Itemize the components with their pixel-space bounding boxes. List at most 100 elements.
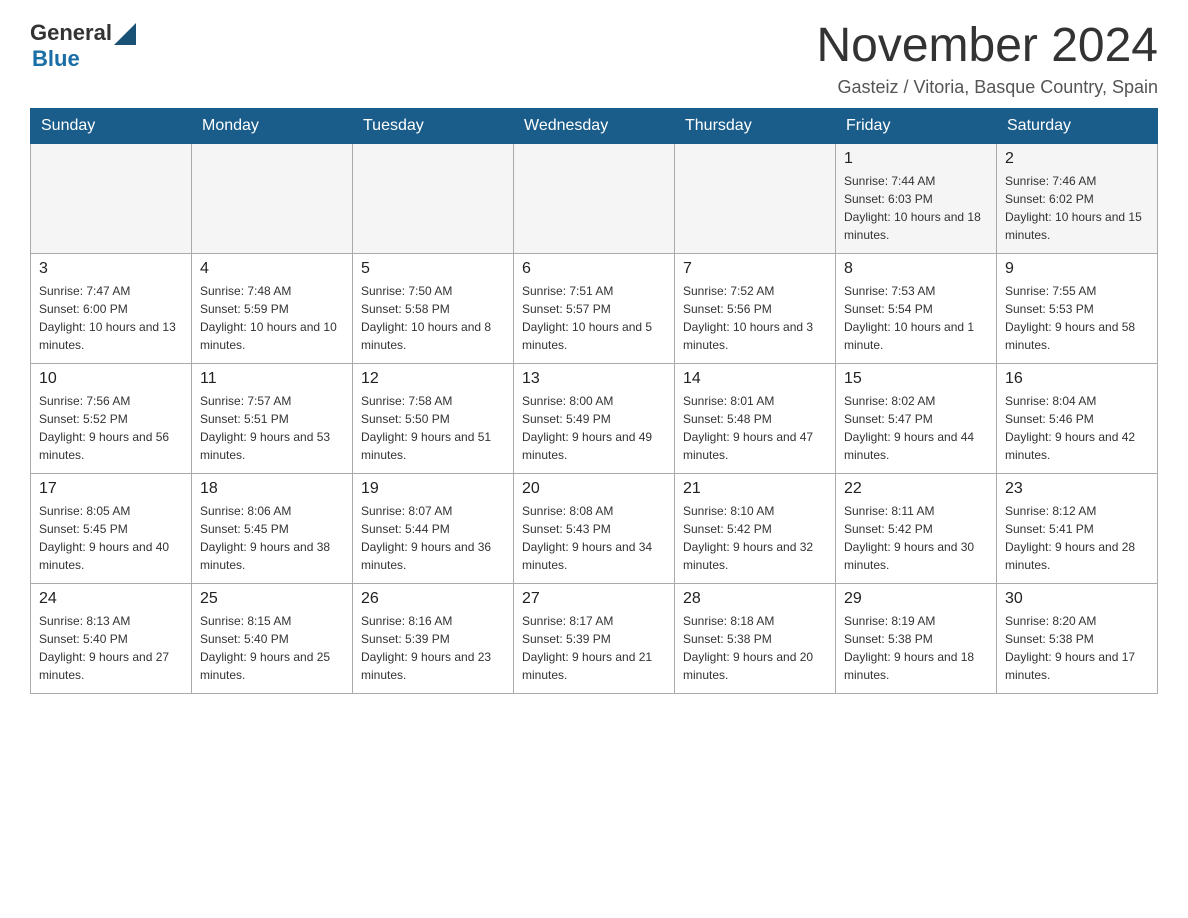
title-section: November 2024 Gasteiz / Vitoria, Basque … (816, 20, 1158, 98)
day-number: 19 (361, 480, 505, 498)
calendar-cell: 5 Sunrise: 7:50 AM Sunset: 5:58 PM Daylig… (353, 253, 514, 363)
day-info: Sunrise: 8:11 AM Sunset: 5:42 PM Dayligh… (844, 502, 988, 574)
day-info: Sunrise: 8:01 AM Sunset: 5:48 PM Dayligh… (683, 392, 827, 464)
day-info: Sunrise: 7:51 AM Sunset: 5:57 PM Dayligh… (522, 282, 666, 354)
calendar-cell: 17 Sunrise: 8:05 AM Sunset: 5:45 PM Dayli… (31, 473, 192, 583)
day-number: 29 (844, 590, 988, 608)
calendar-cell: 25 Sunrise: 8:15 AM Sunset: 5:40 PM Dayli… (192, 583, 353, 693)
day-number: 13 (522, 370, 666, 388)
calendar-cell: 14 Sunrise: 8:01 AM Sunset: 5:48 PM Dayli… (675, 363, 836, 473)
weekday-header: Sunday (31, 108, 192, 143)
day-number: 11 (200, 370, 344, 388)
day-info: Sunrise: 8:12 AM Sunset: 5:41 PM Dayligh… (1005, 502, 1149, 574)
day-number: 30 (1005, 590, 1149, 608)
calendar-cell: 8 Sunrise: 7:53 AM Sunset: 5:54 PM Daylig… (836, 253, 997, 363)
day-info: Sunrise: 8:13 AM Sunset: 5:40 PM Dayligh… (39, 612, 183, 684)
day-info: Sunrise: 8:18 AM Sunset: 5:38 PM Dayligh… (683, 612, 827, 684)
calendar-cell: 15Sunrise: 8:02 AM Sunset: 5:47 PM Dayli… (836, 363, 997, 473)
calendar-cell: 22 Sunrise: 8:11 AM Sunset: 5:42 PM Dayli… (836, 473, 997, 583)
weekday-header: Wednesday (514, 108, 675, 143)
day-info: Sunrise: 8:10 AM Sunset: 5:42 PM Dayligh… (683, 502, 827, 574)
month-title: November 2024 (816, 20, 1158, 73)
day-info: Sunrise: 7:52 AM Sunset: 5:56 PM Dayligh… (683, 282, 827, 354)
logo-triangle-icon (114, 23, 136, 45)
day-number: 1 (844, 150, 988, 168)
calendar-cell: 28 Sunrise: 8:18 AM Sunset: 5:38 PM Dayli… (675, 583, 836, 693)
day-number: 23 (1005, 480, 1149, 498)
calendar-week-row: 10 Sunrise: 7:56 AM Sunset: 5:52 PM Dayli… (31, 363, 1158, 473)
day-info: Sunrise: 8:02 AM Sunset: 5:47 PM Dayligh… (844, 392, 988, 464)
calendar-cell: 2 Sunrise: 7:46 AM Sunset: 6:02 PM Daylig… (997, 143, 1158, 253)
day-info: Sunrise: 7:48 AM Sunset: 5:59 PM Dayligh… (200, 282, 344, 354)
day-number: 21 (683, 480, 827, 498)
calendar-cell: 3 Sunrise: 7:47 AM Sunset: 6:00 PM Daylig… (31, 253, 192, 363)
day-number: 28 (683, 590, 827, 608)
day-number: 20 (522, 480, 666, 498)
day-number: 5 (361, 260, 505, 278)
day-number: 9 (1005, 260, 1149, 278)
day-info: Sunrise: 7:55 AM Sunset: 5:53 PM Dayligh… (1005, 282, 1149, 354)
weekday-header: Thursday (675, 108, 836, 143)
weekday-header: Saturday (997, 108, 1158, 143)
day-number: 6 (522, 260, 666, 278)
day-info: Sunrise: 7:47 AM Sunset: 6:00 PM Dayligh… (39, 282, 183, 354)
calendar-cell: 23 Sunrise: 8:12 AM Sunset: 5:41 PM Dayli… (997, 473, 1158, 583)
weekday-header: Friday (836, 108, 997, 143)
day-number: 7 (683, 260, 827, 278)
day-info: Sunrise: 7:56 AM Sunset: 5:52 PM Dayligh… (39, 392, 183, 464)
day-number: 27 (522, 590, 666, 608)
calendar-cell (192, 143, 353, 253)
day-number: 24 (39, 590, 183, 608)
day-info: Sunrise: 8:04 AM Sunset: 5:46 PM Dayligh… (1005, 392, 1149, 464)
day-number: 25 (200, 590, 344, 608)
day-info: Sunrise: 7:57 AM Sunset: 5:51 PM Dayligh… (200, 392, 344, 464)
calendar-cell (353, 143, 514, 253)
logo: General Blue (30, 20, 136, 72)
calendar-week-row: 1 Sunrise: 7:44 AM Sunset: 6:03 PM Daylig… (31, 143, 1158, 253)
weekday-header: Monday (192, 108, 353, 143)
day-info: Sunrise: 8:17 AM Sunset: 5:39 PM Dayligh… (522, 612, 666, 684)
calendar-week-row: 24 Sunrise: 8:13 AM Sunset: 5:40 PM Dayli… (31, 583, 1158, 693)
calendar-cell: 20 Sunrise: 8:08 AM Sunset: 5:43 PM Dayli… (514, 473, 675, 583)
day-number: 16 (1005, 370, 1149, 388)
calendar-cell: 24 Sunrise: 8:13 AM Sunset: 5:40 PM Dayli… (31, 583, 192, 693)
location-title: Gasteiz / Vitoria, Basque Country, Spain (816, 77, 1158, 98)
calendar-cell: 9 Sunrise: 7:55 AM Sunset: 5:53 PM Daylig… (997, 253, 1158, 363)
day-info: Sunrise: 8:15 AM Sunset: 5:40 PM Dayligh… (200, 612, 344, 684)
day-number: 4 (200, 260, 344, 278)
day-number: 10 (39, 370, 183, 388)
calendar-cell (514, 143, 675, 253)
weekday-header: Tuesday (353, 108, 514, 143)
logo-general-text: General (30, 20, 112, 46)
calendar-cell: 26Sunrise: 8:16 AM Sunset: 5:39 PM Dayli… (353, 583, 514, 693)
calendar-cell: 21 Sunrise: 8:10 AM Sunset: 5:42 PM Dayli… (675, 473, 836, 583)
day-info: Sunrise: 7:50 AM Sunset: 5:58 PM Dayligh… (361, 282, 505, 354)
logo-blue-text: Blue (32, 46, 80, 71)
calendar-cell: 16 Sunrise: 8:04 AM Sunset: 5:46 PM Dayli… (997, 363, 1158, 473)
calendar-week-row: 17 Sunrise: 8:05 AM Sunset: 5:45 PM Dayli… (31, 473, 1158, 583)
day-number: 8 (844, 260, 988, 278)
day-info: Sunrise: 7:46 AM Sunset: 6:02 PM Dayligh… (1005, 172, 1149, 244)
calendar-cell: 10 Sunrise: 7:56 AM Sunset: 5:52 PM Dayli… (31, 363, 192, 473)
calendar-cell: 29Sunrise: 8:19 AM Sunset: 5:38 PM Dayli… (836, 583, 997, 693)
day-number: 3 (39, 260, 183, 278)
day-number: 22 (844, 480, 988, 498)
page-header: General Blue November 2024 Gasteiz / Vit… (30, 20, 1158, 98)
calendar-cell: 18Sunrise: 8:06 AM Sunset: 5:45 PM Dayli… (192, 473, 353, 583)
day-number: 17 (39, 480, 183, 498)
day-number: 14 (683, 370, 827, 388)
day-info: Sunrise: 8:08 AM Sunset: 5:43 PM Dayligh… (522, 502, 666, 574)
day-number: 2 (1005, 150, 1149, 168)
calendar-cell: 7 Sunrise: 7:52 AM Sunset: 5:56 PM Daylig… (675, 253, 836, 363)
calendar-cell: 6 Sunrise: 7:51 AM Sunset: 5:57 PM Daylig… (514, 253, 675, 363)
day-info: Sunrise: 7:53 AM Sunset: 5:54 PM Dayligh… (844, 282, 988, 354)
day-info: Sunrise: 8:06 AM Sunset: 5:45 PM Dayligh… (200, 502, 344, 574)
day-info: Sunrise: 8:07 AM Sunset: 5:44 PM Dayligh… (361, 502, 505, 574)
calendar-week-row: 3 Sunrise: 7:47 AM Sunset: 6:00 PM Daylig… (31, 253, 1158, 363)
calendar-table: SundayMondayTuesdayWednesdayThursdayFrid… (30, 108, 1158, 694)
day-info: Sunrise: 7:44 AM Sunset: 6:03 PM Dayligh… (844, 172, 988, 244)
day-info: Sunrise: 8:20 AM Sunset: 5:38 PM Dayligh… (1005, 612, 1149, 684)
day-info: Sunrise: 8:05 AM Sunset: 5:45 PM Dayligh… (39, 502, 183, 574)
calendar-cell (31, 143, 192, 253)
calendar-cell: 13Sunrise: 8:00 AM Sunset: 5:49 PM Dayli… (514, 363, 675, 473)
